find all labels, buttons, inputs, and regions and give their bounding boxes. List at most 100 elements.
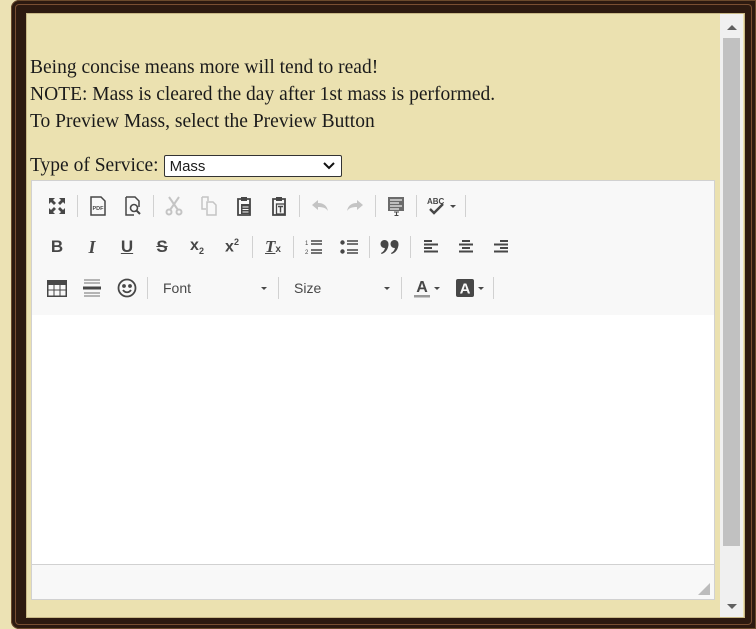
arrow-down-icon xyxy=(726,603,737,609)
dropdown-caret-icon xyxy=(433,286,440,290)
arrow-up-icon xyxy=(726,24,737,30)
smiley-icon xyxy=(117,278,137,298)
underline-button[interactable]: U xyxy=(112,233,142,261)
background-color-button[interactable]: A xyxy=(450,274,488,302)
align-left-icon xyxy=(423,240,439,254)
quote-icon xyxy=(380,239,400,255)
editor-status-bar xyxy=(32,564,714,599)
superscript-button[interactable]: x2 xyxy=(217,233,247,261)
bulleted-list-icon xyxy=(340,239,358,255)
svg-text:2: 2 xyxy=(305,250,309,255)
spellcheck-icon: ABC xyxy=(427,196,447,216)
resize-grip-icon[interactable] xyxy=(698,583,710,595)
svg-text:A: A xyxy=(459,281,470,298)
font-size-label: Size xyxy=(294,280,322,296)
subscript-button[interactable]: x2 xyxy=(182,233,212,261)
scroll-up-button[interactable] xyxy=(720,18,743,36)
chevron-down-icon xyxy=(321,162,337,170)
text-field-icon xyxy=(387,196,405,216)
service-type-row: Type of Service: Mass xyxy=(30,154,342,178)
cut-button[interactable] xyxy=(159,192,189,220)
toolbar-separator xyxy=(293,236,294,258)
toolbar-separator xyxy=(369,236,370,258)
service-type-select[interactable]: Mass xyxy=(163,155,342,177)
copy-button[interactable] xyxy=(194,192,224,220)
bold-icon: B xyxy=(50,237,64,256)
content-area: Being concise means more will tend to re… xyxy=(27,14,720,617)
insert-smiley-button[interactable] xyxy=(112,274,142,302)
vertical-scrollbar[interactable] xyxy=(720,14,743,617)
numbered-list-icon: 1 2 xyxy=(305,239,323,255)
toolbar-separator xyxy=(465,195,466,217)
toolbar-separator xyxy=(147,277,148,299)
form-text-field-button[interactable] xyxy=(381,192,411,220)
bulleted-list-button[interactable] xyxy=(334,233,364,261)
background-color-icon: A xyxy=(455,278,475,298)
spell-check-button[interactable]: ABC xyxy=(422,192,460,220)
remove-format-button[interactable]: Tx xyxy=(258,233,288,261)
table-icon xyxy=(47,279,67,297)
editor-toolbar: PDF ABC B I U S x2 x2 Tx 1 2 Font Size A… xyxy=(32,181,714,316)
pdf-icon: PDF xyxy=(89,196,107,216)
maximize-button[interactable] xyxy=(42,192,72,220)
preview-icon xyxy=(124,196,142,216)
scrollbar-thumb[interactable] xyxy=(723,38,740,546)
strikethrough-icon: S xyxy=(156,237,168,256)
redo-icon xyxy=(346,199,364,213)
chevron-down-icon xyxy=(384,286,390,290)
strikethrough-button[interactable]: S xyxy=(147,233,177,261)
paste-button[interactable] xyxy=(229,192,259,220)
align-left-button[interactable] xyxy=(416,233,446,261)
italic-icon: I xyxy=(88,236,96,257)
italic-button[interactable]: I xyxy=(77,233,107,261)
dropdown-caret-icon xyxy=(449,204,456,208)
chevron-down-icon xyxy=(261,286,267,290)
svg-text:PDF: PDF xyxy=(93,206,105,212)
service-type-value: Mass xyxy=(169,157,206,175)
preview-button[interactable] xyxy=(118,192,148,220)
toolbar-separator xyxy=(410,236,411,258)
toolbar-row-2: B I U S x2 x2 Tx 1 2 xyxy=(42,231,521,263)
align-right-icon xyxy=(493,240,509,254)
toolbar-separator xyxy=(401,277,402,299)
horizontal-line-button[interactable] xyxy=(77,274,107,302)
paste-as-text-button[interactable] xyxy=(264,192,294,220)
rich-text-editor: PDF ABC B I U S x2 x2 Tx 1 2 Font Size A… xyxy=(31,180,715,600)
scroll-down-button[interactable] xyxy=(720,597,743,615)
instruction-preview: To Preview Mass, select the Preview Butt… xyxy=(30,111,375,132)
toolbar-separator xyxy=(493,277,494,299)
numbered-list-button[interactable]: 1 2 xyxy=(299,233,329,261)
text-color-icon: A xyxy=(413,278,431,298)
instruction-note: NOTE: Mass is cleared the day after 1st … xyxy=(30,84,496,105)
scissors-icon xyxy=(165,196,183,216)
font-family-label: Font xyxy=(163,280,192,296)
insert-table-button[interactable] xyxy=(42,274,72,302)
font-family-dropdown[interactable]: Font xyxy=(153,274,273,302)
align-center-button[interactable] xyxy=(451,233,481,261)
align-right-button[interactable] xyxy=(486,233,516,261)
text-color-button[interactable]: A xyxy=(407,274,445,302)
blockquote-button[interactable] xyxy=(375,233,405,261)
copy-icon xyxy=(200,196,218,216)
undo-button[interactable] xyxy=(305,192,335,220)
undo-icon xyxy=(311,199,329,213)
horizontal-line-icon xyxy=(83,278,101,298)
page-panel: Being concise means more will tend to re… xyxy=(26,13,745,618)
font-size-dropdown[interactable]: Size xyxy=(284,274,396,302)
subscript-icon: x2 xyxy=(190,237,204,257)
toolbar-separator xyxy=(375,195,376,217)
toolbar-separator xyxy=(252,236,253,258)
toolbar-separator xyxy=(153,195,154,217)
instructions: Being concise means more will tend to re… xyxy=(30,54,495,135)
paste-icon xyxy=(235,196,253,216)
bold-button[interactable]: B xyxy=(42,233,72,261)
editor-content-area[interactable] xyxy=(32,315,714,566)
export-pdf-button[interactable]: PDF xyxy=(83,192,113,220)
align-center-icon xyxy=(458,240,474,254)
redo-button[interactable] xyxy=(340,192,370,220)
toolbar-row-1: PDF ABC xyxy=(42,190,471,222)
svg-text:A: A xyxy=(416,279,428,296)
underline-icon: U xyxy=(120,237,134,256)
instruction-concise: Being concise means more will tend to re… xyxy=(30,57,379,78)
maximize-icon xyxy=(48,197,66,215)
